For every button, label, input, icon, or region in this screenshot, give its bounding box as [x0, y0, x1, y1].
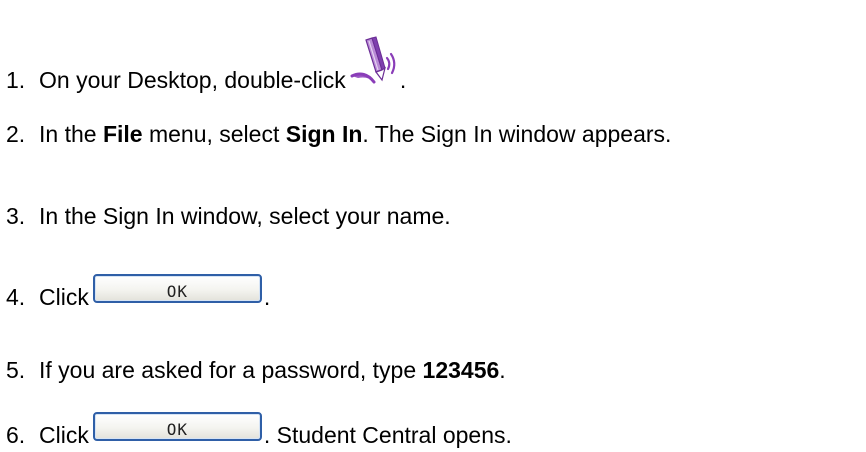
step-text: If you are asked for a password, type 12…	[39, 356, 506, 384]
step-4: 4. Click OK .	[6, 274, 271, 311]
ok-button-label: OK	[166, 282, 188, 301]
step-number: 1.	[6, 67, 26, 93]
step-text-part: .	[499, 357, 506, 383]
menu-item-sign-in: Sign In	[285, 121, 363, 147]
password-value: 123456	[422, 357, 500, 383]
step-text: In the Sign In window, select your name.	[39, 203, 451, 229]
step-text: Click	[39, 284, 89, 310]
step-number: 3.	[6, 203, 26, 229]
step-text-end: . Student Central opens.	[263, 422, 512, 448]
step-number: 5.	[6, 357, 26, 383]
ok-button[interactable]: OK	[92, 412, 262, 441]
step-text-end: .	[399, 67, 407, 93]
step-text-part: In the	[39, 121, 103, 147]
pen-sound-icon	[350, 36, 396, 84]
step-number: 6.	[6, 422, 26, 448]
step-text: On your Desktop, double-click	[39, 67, 346, 93]
step-text-part: . The Sign In window appears.	[362, 121, 672, 147]
step-number: 2.	[6, 121, 26, 147]
step-2: 2. In the File menu, select Sign In. The…	[6, 120, 671, 148]
ok-button[interactable]: OK	[92, 274, 262, 303]
step-6: 6. Click OK . Student Central opens.	[6, 412, 512, 449]
step-text-part: If you are asked for a password, type	[39, 357, 423, 383]
step-1: 1. On your Desktop, double-click .	[6, 36, 407, 94]
step-text: In the File menu, select Sign In. The Si…	[39, 120, 671, 148]
step-text-part: menu, select	[142, 121, 286, 147]
step-text-end: .	[263, 284, 271, 310]
step-5: 5. If you are asked for a password, type…	[6, 356, 506, 384]
step-3: 3. In the Sign In window, select your na…	[6, 202, 451, 230]
step-number: 4.	[6, 284, 26, 310]
ok-button-label: OK	[166, 420, 188, 439]
step-text: Click	[39, 422, 89, 448]
menu-name-file: File	[102, 121, 143, 147]
